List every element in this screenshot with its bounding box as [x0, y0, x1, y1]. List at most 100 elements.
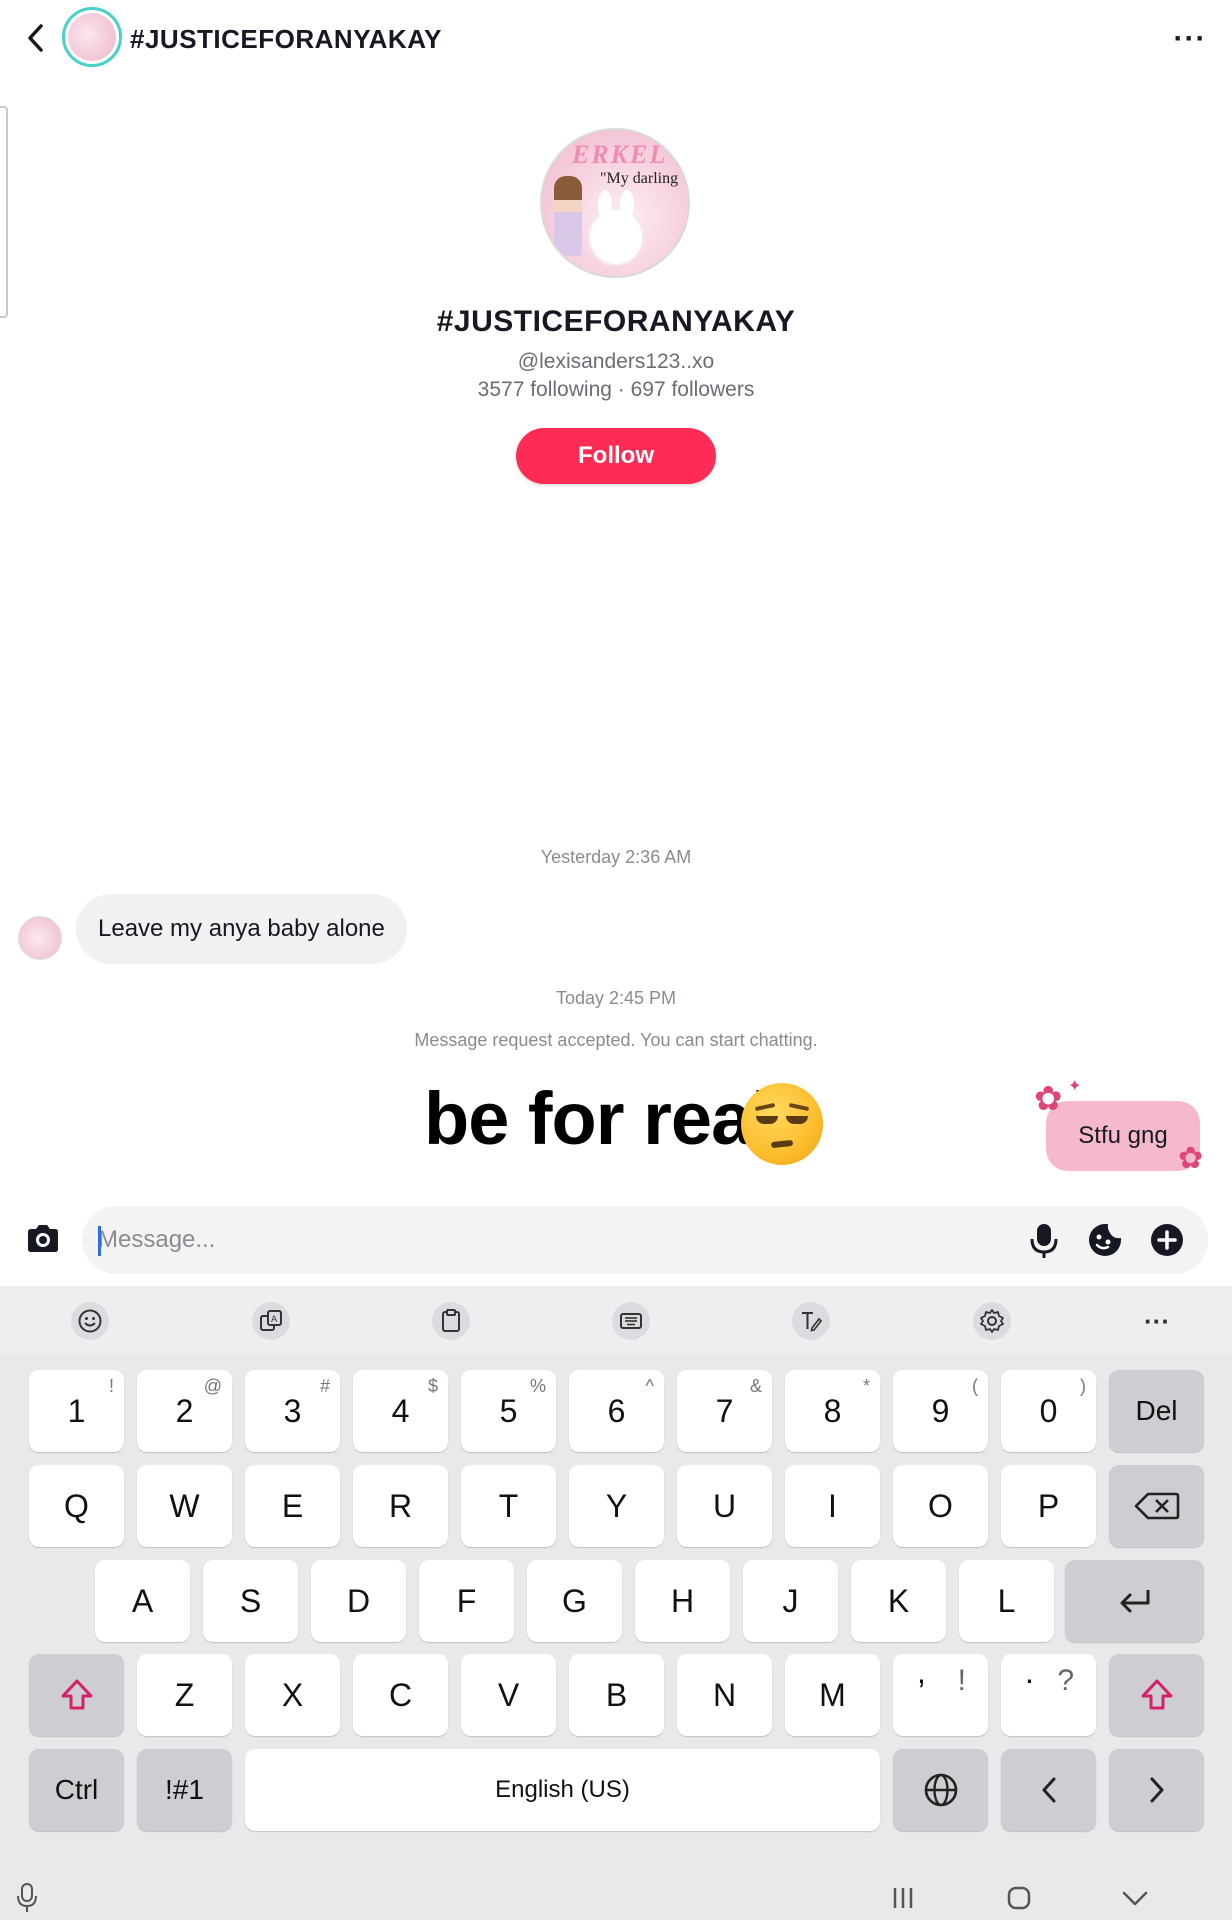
- key-n[interactable]: N: [677, 1654, 772, 1736]
- key-ctrl[interactable]: Ctrl: [29, 1749, 124, 1831]
- keyboard-settings-button[interactable]: [973, 1302, 1011, 1340]
- key-q[interactable]: Q: [29, 1465, 124, 1547]
- key-enter[interactable]: [1065, 1560, 1204, 1642]
- key-v[interactable]: V: [461, 1654, 556, 1736]
- profile-avatar[interactable]: ERKEL "My darling: [540, 128, 690, 278]
- recent-apps-icon: [893, 1888, 913, 1908]
- key-9[interactable]: (9: [893, 1370, 988, 1452]
- key-shift-right[interactable]: [1109, 1654, 1204, 1736]
- key-d[interactable]: D: [311, 1560, 406, 1642]
- key-label: 0: [1039, 1392, 1058, 1429]
- home-button[interactable]: [1005, 1884, 1033, 1912]
- translate-button[interactable]: A: [252, 1302, 290, 1340]
- keyboard-toolbar: A ···: [0, 1286, 1232, 1354]
- message-composer: [0, 1200, 1232, 1286]
- key-b[interactable]: B: [569, 1654, 664, 1736]
- svg-text:A: A: [271, 1315, 278, 1325]
- key-g[interactable]: G: [527, 1560, 622, 1642]
- key-x[interactable]: X: [245, 1654, 340, 1736]
- handwriting-button[interactable]: [792, 1302, 830, 1340]
- key-r[interactable]: R: [353, 1465, 448, 1547]
- message-field[interactable]: [82, 1206, 1208, 1274]
- sender-avatar[interactable]: [18, 916, 62, 960]
- key-u[interactable]: U: [677, 1465, 772, 1547]
- sticker-button[interactable]: [1086, 1221, 1124, 1259]
- key-7[interactable]: & 7: [677, 1370, 772, 1452]
- overlay-caption: be for real: [424, 1077, 772, 1160]
- key-label: X: [281, 1676, 304, 1713]
- more-options-button[interactable]: ···: [1170, 22, 1210, 56]
- key-label: P: [1037, 1487, 1060, 1524]
- key-label: C: [388, 1676, 413, 1713]
- key-h[interactable]: H: [635, 1560, 730, 1642]
- key-label: N: [712, 1676, 737, 1713]
- header-title[interactable]: #JUSTICEFORANYAKAY: [130, 24, 442, 55]
- key-m[interactable]: M: [785, 1654, 880, 1736]
- key-o[interactable]: O: [893, 1465, 988, 1547]
- key-label: 5: [499, 1392, 518, 1429]
- key-label: H: [670, 1582, 695, 1619]
- hide-keyboard-button[interactable]: [1120, 1884, 1150, 1912]
- key-del[interactable]: Del: [1109, 1370, 1204, 1452]
- header-avatar[interactable]: [62, 7, 122, 67]
- key-e[interactable]: E: [245, 1465, 340, 1547]
- key-language[interactable]: [893, 1749, 988, 1831]
- key-label: D: [346, 1582, 371, 1619]
- key-cursor-left[interactable]: [1001, 1749, 1096, 1831]
- key-space[interactable]: English (US): [245, 1749, 880, 1831]
- outgoing-message[interactable]: Stfu gng: [1046, 1101, 1200, 1171]
- key-cursor-right[interactable]: [1109, 1749, 1204, 1831]
- toolbar-more-button[interactable]: ···: [1138, 1302, 1176, 1340]
- edge-panel-handle[interactable]: [0, 106, 8, 318]
- key-label: J: [782, 1582, 799, 1619]
- key-symbols[interactable]: !#1: [137, 1749, 232, 1831]
- key-z[interactable]: Z: [137, 1654, 232, 1736]
- key-6[interactable]: ^ 6: [569, 1370, 664, 1452]
- system-message: Message request accepted. You can start …: [414, 1030, 818, 1050]
- key-f[interactable]: F: [419, 1560, 514, 1642]
- flower-icon: ✿: [1178, 1142, 1204, 1175]
- key-4[interactable]: $4: [353, 1370, 448, 1452]
- key-w[interactable]: W: [137, 1465, 232, 1547]
- key-2[interactable]: @2: [137, 1370, 232, 1452]
- key-0[interactable]: ) 0: [1001, 1370, 1096, 1452]
- key-period[interactable]: .?: [1001, 1654, 1096, 1736]
- key-label: A: [131, 1582, 154, 1619]
- key-label: 1: [67, 1392, 86, 1429]
- key-i[interactable]: I: [785, 1465, 880, 1547]
- key-3[interactable]: #3: [245, 1370, 340, 1452]
- keyboard-mode-button[interactable]: [612, 1302, 650, 1340]
- message-input[interactable]: [98, 1206, 918, 1274]
- more-attachments-button[interactable]: [1148, 1221, 1186, 1259]
- key-s[interactable]: S: [203, 1560, 298, 1642]
- chevron-left-icon: [1042, 1777, 1055, 1803]
- sticker-icon: [1089, 1224, 1121, 1256]
- key-8[interactable]: * 8: [785, 1370, 880, 1452]
- key-t[interactable]: T: [461, 1465, 556, 1547]
- key-c[interactable]: C: [353, 1654, 448, 1736]
- key-k[interactable]: K: [851, 1560, 946, 1642]
- key-5[interactable]: % 5: [461, 1370, 556, 1452]
- key-p[interactable]: P: [1001, 1465, 1096, 1547]
- voice-message-button[interactable]: [1026, 1222, 1062, 1260]
- key-1[interactable]: ! 1: [29, 1370, 124, 1452]
- text-caret: [98, 1226, 101, 1256]
- key-label: M: [819, 1676, 846, 1713]
- key-a[interactable]: A: [95, 1560, 190, 1642]
- emoji-button[interactable]: [71, 1302, 109, 1340]
- camera-button[interactable]: [24, 1220, 62, 1258]
- key-y[interactable]: Y: [569, 1465, 664, 1547]
- voice-input-button[interactable]: [14, 1882, 40, 1914]
- key-j[interactable]: J: [743, 1560, 838, 1642]
- key-secondary-label: *: [862, 1376, 870, 1396]
- recent-apps-button[interactable]: [890, 1884, 916, 1912]
- key-backspace[interactable]: [1109, 1465, 1204, 1547]
- clipboard-button[interactable]: [432, 1302, 470, 1340]
- key-l[interactable]: L: [959, 1560, 1054, 1642]
- key-secondary-label: $: [427, 1376, 438, 1396]
- incoming-message[interactable]: Leave my anya baby alone: [76, 894, 407, 964]
- key-shift-left[interactable]: [29, 1654, 124, 1736]
- follow-button[interactable]: Follow: [516, 428, 716, 484]
- back-button[interactable]: [18, 20, 54, 56]
- key-comma[interactable]: ,!: [893, 1654, 988, 1736]
